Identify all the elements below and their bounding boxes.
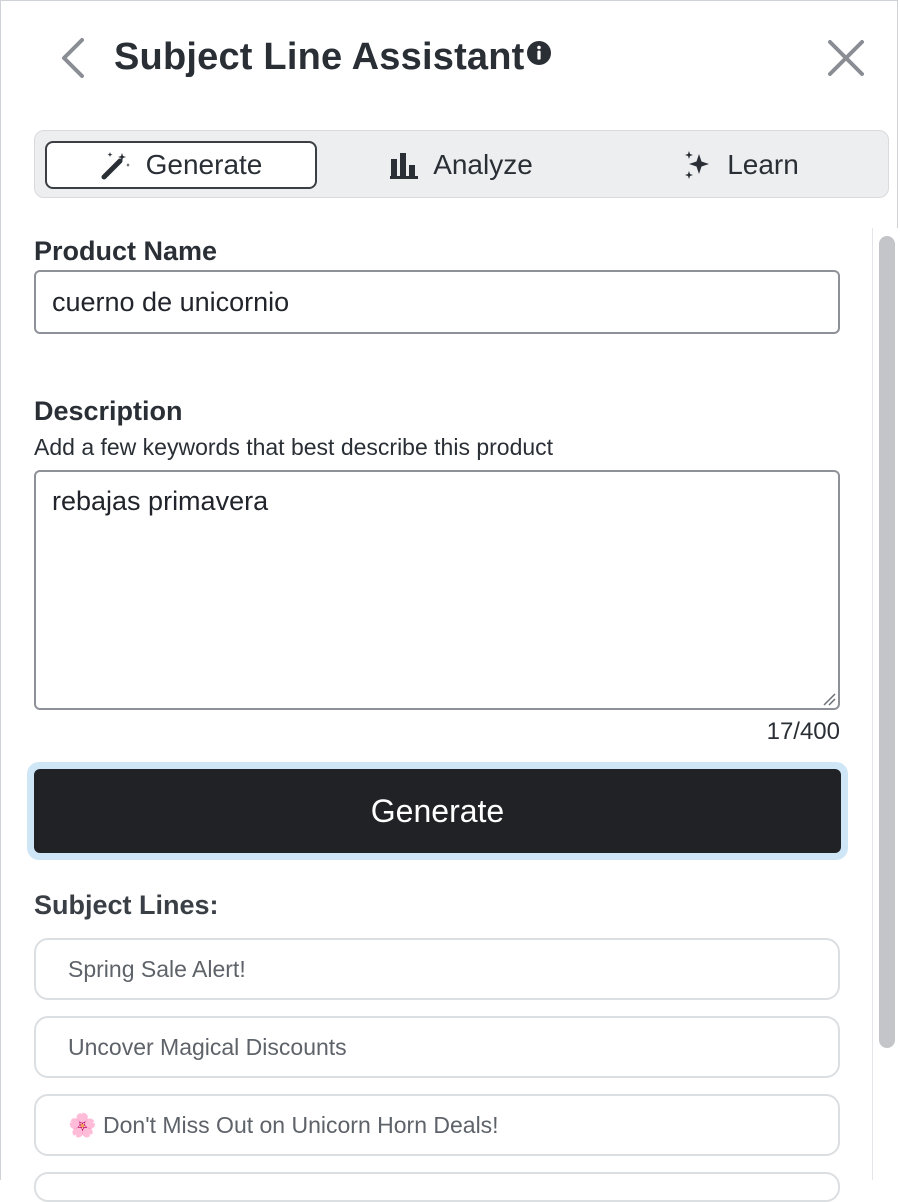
panel-header: Subject Line Assistant (0, 0, 900, 118)
tab-analyze-label: Analyze (433, 149, 533, 180)
subject-line-item[interactable] (34, 1172, 840, 1202)
character-count: 17/400 (766, 718, 840, 745)
product-name-label: Product Name (34, 236, 218, 266)
subject-line-text: 🌸 Don't Miss Out on Unicorn Horn Deals! (68, 1111, 499, 1138)
product-name-input[interactable]: cuerno de unicornio (34, 270, 840, 334)
chevron-left-icon (62, 38, 84, 78)
sparkles-icon (685, 151, 710, 179)
info-icon[interactable] (526, 40, 552, 66)
tab-analyze[interactable]: Analyze (325, 141, 597, 189)
page-title: Subject Line Assistant (114, 36, 525, 78)
tab-learn[interactable]: Learn (605, 141, 877, 189)
bar-chart-icon (390, 153, 419, 179)
subject-line-item[interactable]: Spring Sale Alert! (34, 938, 840, 1000)
close-icon (828, 40, 864, 76)
scrollbar-thumb[interactable] (879, 236, 895, 1048)
subject-line-text: Uncover Magical Discounts (68, 1033, 347, 1060)
back-button[interactable] (56, 36, 92, 80)
tab-learn-label: Learn (727, 149, 799, 180)
resize-handle-icon[interactable] (822, 692, 836, 706)
close-button[interactable] (824, 36, 868, 80)
generate-button-label: Generate (370, 792, 505, 829)
tab-generate-label: Generate (145, 149, 263, 180)
product-name-value: cuerno de unicornio (52, 286, 290, 317)
subject-line-item[interactable]: 🌸 Don't Miss Out on Unicorn Horn Deals! (34, 1094, 840, 1156)
generate-button[interactable]: Generate (34, 769, 841, 853)
description-textarea[interactable]: rebajas primavera (34, 470, 840, 710)
tab-generate[interactable]: Generate (45, 141, 317, 189)
subject-line-item[interactable]: Uncover Magical Discounts (34, 1016, 840, 1078)
subject-lines-heading: Subject Lines: (34, 890, 219, 920)
description-hint: Add a few keywords that best describe th… (34, 434, 554, 460)
subject-line-text: Spring Sale Alert! (68, 955, 246, 982)
mode-tabs: Generate Analyze Learn (34, 130, 889, 198)
description-value: rebajas primavera (52, 486, 269, 516)
magic-wand-icon (101, 152, 130, 180)
description-label: Description (34, 396, 183, 426)
